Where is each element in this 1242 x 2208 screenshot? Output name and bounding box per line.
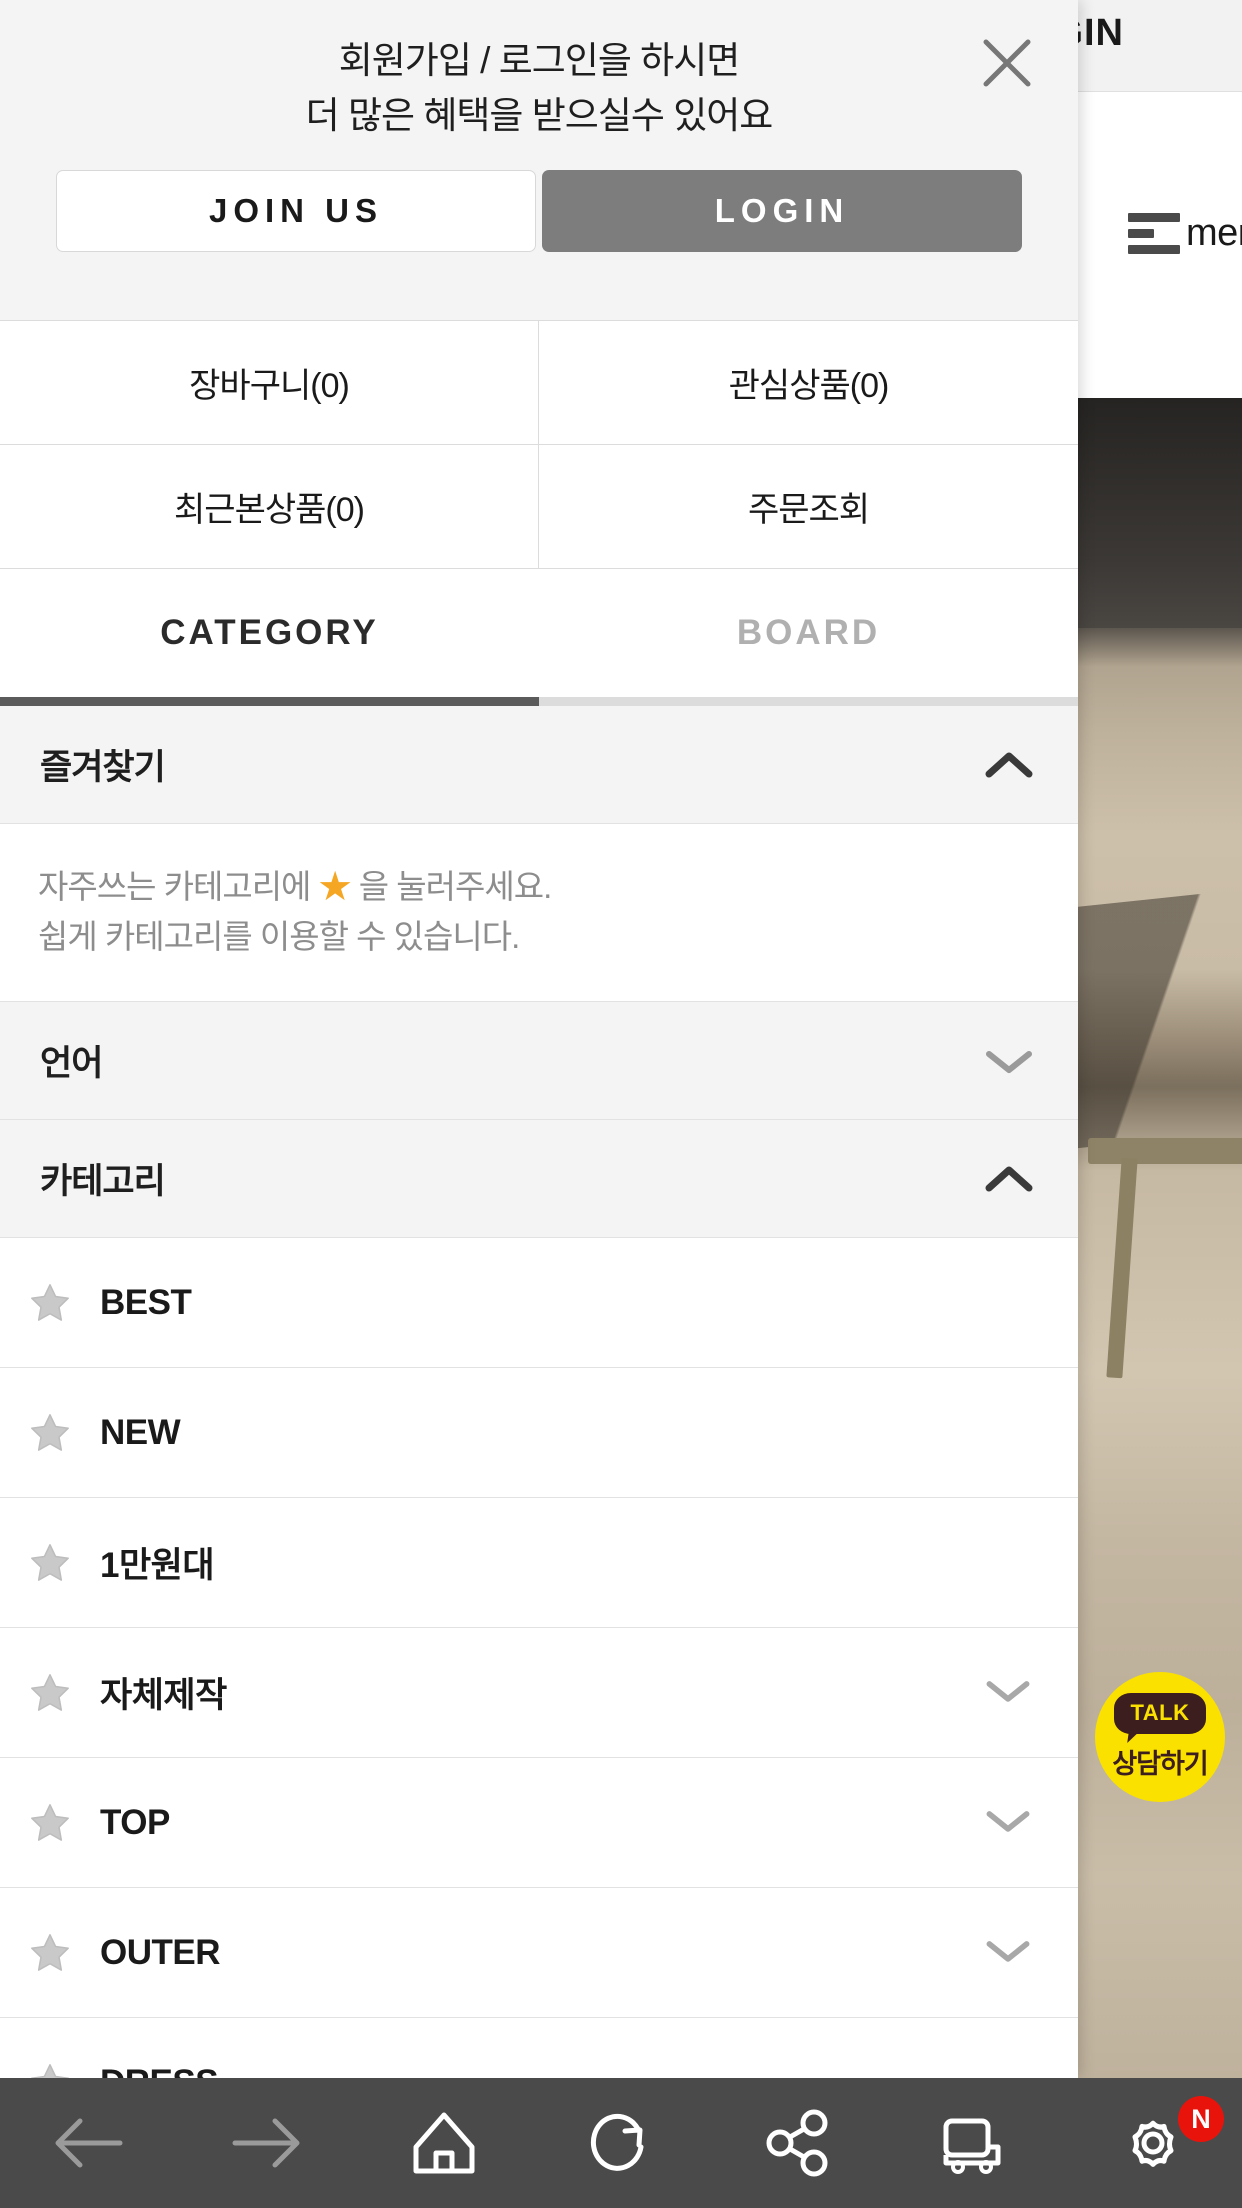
tab-underline xyxy=(0,697,1078,706)
promo-line-2: 더 많은 혜택을 받으실수 있어요 xyxy=(305,94,774,136)
kakao-talk-consult-button[interactable]: TALK 상담하기 xyxy=(1095,1672,1225,1802)
forward-arrow-icon xyxy=(232,2118,300,2168)
nav-delivery-button[interactable] xyxy=(887,2078,1064,2208)
kakao-consult-label: 상담하기 xyxy=(1112,1749,1208,1779)
chevron-up-icon xyxy=(984,750,1034,780)
nav-forward-button[interactable] xyxy=(177,2078,354,2208)
category-row-dress[interactable]: DRESS xyxy=(0,2018,1078,2078)
favorites-help-before: 자주쓰는 카테고리에 xyxy=(38,868,319,905)
section-title-category: 카테고리 xyxy=(40,1162,166,1201)
section-title-language: 언어 xyxy=(40,1044,103,1083)
favorite-star-icon[interactable] xyxy=(22,2060,78,2078)
nav-settings-button[interactable]: N xyxy=(1065,2078,1242,2208)
category-row-new[interactable]: NEW xyxy=(0,1368,1078,1498)
close-icon xyxy=(983,39,1031,87)
quick-link-recently-viewed[interactable]: 최근본상품(0) xyxy=(0,445,539,569)
browser-bottom-nav: N xyxy=(0,2078,1242,2208)
section-title-favorites: 즐겨찾기 xyxy=(40,748,166,787)
category-list: BEST NEW 1만원대 자체제작 TOP OUTER xyxy=(0,1238,1078,2078)
delivery-truck-icon xyxy=(943,2118,1001,2174)
favorite-star-icon[interactable] xyxy=(22,1410,78,1456)
background-menu-button[interactable]: menu xyxy=(1128,212,1242,255)
section-header-favorites[interactable]: 즐겨찾기 xyxy=(0,706,1078,824)
share-icon xyxy=(766,2109,828,2177)
hamburger-icon xyxy=(1128,213,1180,254)
refresh-icon xyxy=(590,2113,644,2171)
section-header-category[interactable]: 카테고리 xyxy=(0,1120,1078,1238)
chevron-down-icon[interactable] xyxy=(984,1806,1032,1839)
quick-link-order-status[interactable]: 주문조회 xyxy=(539,445,1078,569)
nav-share-button[interactable] xyxy=(710,2078,887,2208)
chevron-up-icon xyxy=(984,1164,1034,1194)
favorite-star-icon[interactable] xyxy=(22,1800,78,1846)
auth-button-group: JOIN US LOGIN xyxy=(56,170,1022,252)
kakao-talk-bubble: TALK xyxy=(1114,1693,1206,1734)
favorite-star-icon[interactable] xyxy=(22,1540,78,1586)
favorites-help-line-2: 쉽게 카테고리를 이용할 수 있습니다. xyxy=(38,917,520,955)
favorites-help-after: 을 눌러주세요. xyxy=(350,868,553,905)
login-button[interactable]: LOGIN xyxy=(542,170,1022,252)
category-row-top[interactable]: TOP xyxy=(0,1758,1078,1888)
app-root: LOGIN menu TALK 상담하기 회원가입 / 로그인을 하시면 더 많… xyxy=(0,0,1242,2208)
login-promo-section: 회원가입 / 로그인을 하시면 더 많은 혜택을 받으실수 있어요 JOIN U… xyxy=(0,0,1078,320)
category-row-best[interactable]: BEST xyxy=(0,1238,1078,1368)
category-label: NEW xyxy=(100,1412,181,1452)
section-header-language[interactable]: 언어 xyxy=(0,1002,1078,1120)
category-label: 1만원대 xyxy=(100,1546,215,1585)
background-product-photo xyxy=(1046,398,1242,2078)
star-icon-inline: ★ xyxy=(318,868,352,905)
category-label: OUTER xyxy=(100,1932,221,1972)
favorite-star-icon[interactable] xyxy=(22,1670,78,1716)
chevron-down-icon[interactable] xyxy=(984,1936,1032,1969)
favorite-star-icon[interactable] xyxy=(22,1930,78,1976)
quick-link-wishlist[interactable]: 관심상품(0) xyxy=(539,321,1078,445)
favorites-help-text: 자주쓰는 카테고리에 ★ 을 눌러주세요. 쉽게 카테고리를 이용할 수 있습니… xyxy=(0,824,1078,1002)
nav-refresh-button[interactable] xyxy=(532,2078,709,2208)
tab-category[interactable]: CATEGORY xyxy=(0,569,539,697)
category-label: 자체제작 xyxy=(100,1676,227,1715)
favorites-help-line-1: 자주쓰는 카테고리에 ★ 을 눌러주세요. xyxy=(38,862,1078,912)
status-badge: N xyxy=(1177,2096,1224,2142)
favorite-star-icon[interactable] xyxy=(22,1280,78,1326)
tab-board[interactable]: BOARD xyxy=(539,569,1078,697)
drawer-tabs: CATEGORY BOARD xyxy=(0,569,1078,697)
category-label: BEST xyxy=(100,1282,192,1322)
home-icon xyxy=(413,2112,475,2174)
category-label: DRESS xyxy=(100,2063,219,2079)
category-row-outer[interactable]: OUTER xyxy=(0,1888,1078,2018)
promo-line-1: 회원가입 / 로그인을 하시면 xyxy=(338,40,741,81)
category-row-10000won[interactable]: 1만원대 xyxy=(0,1498,1078,1628)
quick-link-cart[interactable]: 장바구니(0) xyxy=(0,321,539,445)
chevron-down-icon[interactable] xyxy=(984,1676,1032,1709)
join-us-button[interactable]: JOIN US xyxy=(56,170,536,252)
background-menu-label: menu xyxy=(1186,212,1242,254)
quick-links-grid: 장바구니(0) 관심상품(0) 최근본상품(0) 주문조회 xyxy=(0,320,1078,569)
close-drawer-button[interactable] xyxy=(976,32,1038,94)
side-menu-drawer: 회원가입 / 로그인을 하시면 더 많은 혜택을 받으실수 있어요 JOIN U… xyxy=(0,0,1078,2078)
category-row-self-made[interactable]: 자체제작 xyxy=(0,1628,1078,1758)
nav-back-button[interactable] xyxy=(0,2078,177,2208)
category-label: TOP xyxy=(100,1802,170,1842)
chevron-down-icon xyxy=(984,1046,1034,1076)
nav-home-button[interactable] xyxy=(355,2078,532,2208)
back-arrow-icon xyxy=(55,2118,123,2168)
